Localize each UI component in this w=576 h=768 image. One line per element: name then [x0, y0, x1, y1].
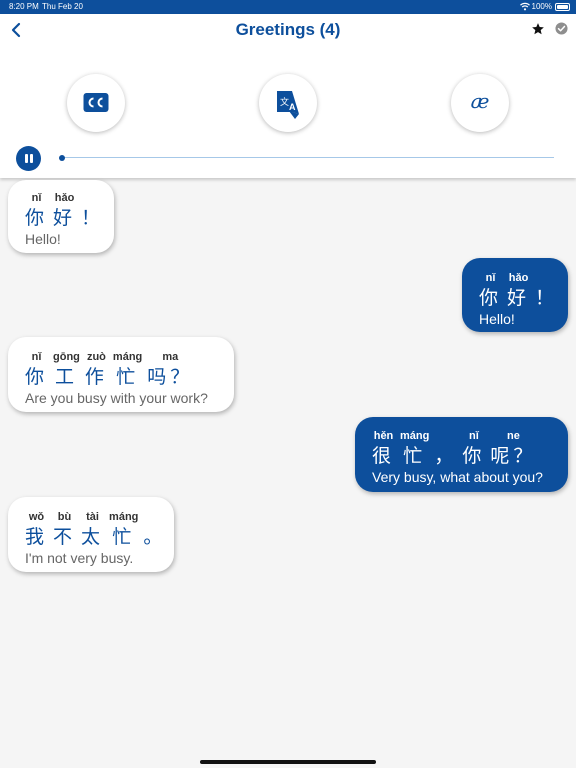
pause-button[interactable] — [16, 146, 41, 171]
hanzi-text: 呢？ — [490, 445, 537, 467]
pinyin-label: máng — [112, 351, 143, 363]
word-segment[interactable]: tài 太 — [81, 511, 104, 550]
pinyin-label: máng — [400, 430, 430, 442]
sentence-row: wǒ 我 bù 不 tài 太 máng 忙。 — [25, 511, 162, 550]
translate-button[interactable]: 文 A — [259, 74, 317, 132]
hanzi-text: 你 — [479, 287, 503, 309]
pinyin-label: hǎo — [508, 272, 529, 284]
pinyin-label: máng — [109, 511, 139, 523]
hanzi-text: 你 — [462, 445, 486, 467]
hanzi-text: 作 — [84, 366, 108, 388]
wifi-icon — [520, 2, 530, 11]
pinyin-label: nǐ — [485, 272, 496, 284]
status-bar: 8:20 PM Thu Feb 20 100% — [0, 0, 576, 14]
hanzi-text: 。 — [143, 526, 167, 548]
svg-text:文: 文 — [280, 96, 289, 108]
hanzi-text: 很 — [372, 445, 396, 467]
word-segment[interactable]: nǐ 你 — [479, 272, 502, 311]
pinyin-label: hǎo — [54, 192, 75, 204]
english-translation: Very busy, what about you? — [372, 469, 543, 485]
pinyin-label: tài — [86, 511, 99, 523]
pinyin-label: nǐ — [31, 351, 42, 363]
hanzi-text: 工 — [54, 366, 78, 388]
page-title: Greetings (4) — [235, 20, 341, 39]
sentence-row: nǐ 你 hǎo 好！ — [479, 272, 554, 311]
word-segment[interactable]: máng 忙 — [113, 351, 142, 390]
status-date: Thu Feb 20 — [42, 2, 83, 11]
message-bubble[interactable]: nǐ 你 hǎo 好！ Hello! — [8, 180, 114, 253]
battery-icon — [555, 3, 570, 11]
word-segment[interactable]: gōng 工 — [53, 351, 80, 390]
pinyin-label: wǒ — [28, 511, 45, 523]
pinyin-label: bù — [57, 511, 72, 523]
english-translation: Hello! — [25, 231, 61, 247]
word-segment[interactable]: zuò 作 — [85, 351, 108, 390]
word-segment[interactable]: máng 忙 — [400, 430, 429, 469]
word-segment[interactable]: nǐ 你 — [462, 430, 485, 469]
battery-percent: 100% — [531, 2, 552, 11]
word-segment[interactable]: nǐ 你 — [25, 351, 48, 390]
svg-text:A: A — [289, 102, 296, 112]
hanzi-text: 忙 — [112, 526, 136, 548]
word-segment[interactable]: ne 呢？ — [490, 430, 536, 469]
english-translation: Are you busy with your work? — [25, 390, 208, 406]
hanzi-text: 好 — [53, 207, 77, 229]
translate-icon: 文 A — [277, 91, 299, 119]
english-translation: Hello! — [479, 311, 515, 327]
closed-captions-icon — [83, 93, 109, 112]
audio-progress-track[interactable] — [62, 157, 554, 158]
pinyin-label: ne — [506, 430, 520, 442]
pinyin-label: nǐ — [468, 430, 479, 442]
hanzi-text: 太 — [81, 526, 105, 548]
pinyin-label: ma — [162, 351, 179, 363]
hanzi-text: 你 — [25, 207, 49, 229]
home-indicator[interactable] — [200, 760, 376, 764]
message-bubble[interactable]: nǐ 你 hǎo 好！ Hello! — [462, 258, 568, 332]
lesson-header: Greetings (4) 文 A æ — [0, 14, 576, 178]
message-bubble[interactable]: hěn 很 máng 忙 ， nǐ 你 ne 呢？ Very busy, what about … — [355, 417, 568, 492]
word-segment[interactable]: ma 吗？ — [147, 351, 193, 390]
hanzi-text: ！ — [535, 287, 559, 309]
status-time: 8:20 PM — [9, 2, 39, 11]
star-icon[interactable] — [531, 22, 545, 36]
captions-button[interactable] — [67, 74, 125, 132]
message-bubble[interactable]: wǒ 我 bù 不 tài 太 máng 忙。 I'm not very busy. — [8, 497, 174, 572]
pinyin-label: zuò — [86, 351, 106, 363]
word-segment[interactable]: wǒ 我 — [25, 511, 48, 550]
pinyin-label: gōng — [53, 351, 80, 363]
hanzi-text: 不 — [53, 526, 77, 548]
word-segment[interactable]: ， — [434, 430, 457, 469]
english-translation: I'm not very busy. — [25, 550, 134, 566]
word-segment[interactable]: máng 忙 — [109, 511, 138, 550]
word-segment[interactable]: ！ — [535, 272, 558, 311]
word-segment[interactable]: hǎo 好 — [507, 272, 530, 311]
pinyin-label: nǐ — [31, 192, 42, 204]
word-segment[interactable]: 。 — [143, 511, 166, 550]
word-segment[interactable]: hǎo 好 — [53, 192, 76, 231]
hanzi-text: ， — [434, 445, 458, 467]
hanzi-text: 忙 — [403, 445, 427, 467]
hanzi-text: ！ — [81, 207, 105, 229]
hanzi-text: 我 — [25, 526, 49, 548]
word-segment[interactable]: ！ — [81, 192, 104, 231]
phonetic-button[interactable]: æ — [451, 74, 509, 132]
word-segment[interactable]: nǐ 你 — [25, 192, 48, 231]
hanzi-text: 好 — [507, 287, 531, 309]
ae-ligature-icon: æ — [470, 89, 490, 113]
word-segment[interactable]: bù 不 — [53, 511, 76, 550]
hanzi-text: 吗？ — [147, 366, 194, 388]
check-circle-icon[interactable] — [555, 22, 568, 35]
hanzi-text: 你 — [25, 366, 49, 388]
message-bubble[interactable]: nǐ 你 gōng 工 zuò 作 máng 忙 ma 吗？ Are you busy with … — [8, 337, 234, 412]
audio-progress-thumb[interactable] — [59, 155, 65, 161]
word-segment[interactable]: hěn 很 — [372, 430, 395, 469]
hanzi-text: 忙 — [116, 366, 140, 388]
sentence-row: nǐ 你 gōng 工 zuò 作 máng 忙 ma 吗？ — [25, 351, 217, 390]
sentence-row: hěn 很 máng 忙 ， nǐ 你 ne 呢？ — [372, 430, 551, 469]
sentence-row: nǐ 你 hǎo 好！ — [25, 192, 100, 231]
pinyin-label: hěn — [373, 430, 394, 442]
